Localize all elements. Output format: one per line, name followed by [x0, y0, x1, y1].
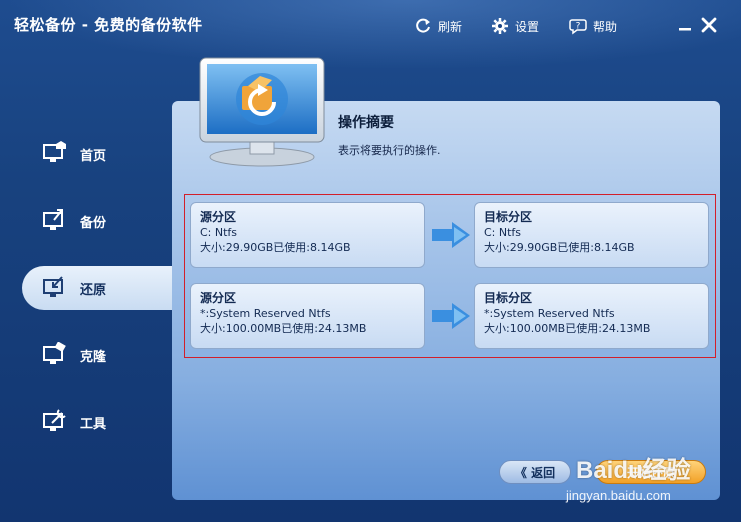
partition-name: *:System Reserved Ntfs: [200, 307, 331, 320]
settings-button[interactable]: 设置: [491, 16, 539, 36]
summary-title: 操作摘要: [338, 115, 394, 131]
target-partition-card: 目标分区 C: Ntfs 大小:29.90GB已使用:8.14GB: [474, 202, 709, 268]
gear-icon: [492, 18, 508, 34]
partition-size: 大小:29.90GB已使用:8.14GB: [200, 241, 351, 254]
window-title: 轻松备份 - 免费的备份软件: [14, 16, 203, 34]
card-heading: 目标分区: [484, 291, 533, 305]
sidebar-item-label: 还原: [80, 282, 107, 298]
card-heading: 源分区: [200, 291, 237, 305]
sidebar-item-clone[interactable]: 克隆: [22, 333, 172, 377]
help-button[interactable]: ? 帮助: [569, 16, 617, 36]
refresh-icon: [416, 18, 430, 33]
refresh-label: 刷新: [438, 19, 463, 34]
summary-description: 表示将要执行的操作.: [338, 144, 441, 157]
settings-label: 设置: [515, 19, 540, 34]
help-bubble-icon: ?: [569, 19, 587, 35]
arrow-right-icon: [432, 303, 470, 329]
monitor-home-icon: [43, 141, 66, 162]
restore-monitor-icon: [199, 57, 325, 167]
sidebar-item-tools[interactable]: 工具: [22, 400, 172, 444]
card-heading: 目标分区: [484, 210, 533, 224]
help-label: 帮助: [593, 19, 618, 34]
sidebar-item-backup[interactable]: 备份: [22, 199, 172, 243]
watermark-url: jingyan.baidu.com: [566, 488, 671, 503]
baidu-watermark: Baidu经验: [576, 457, 691, 484]
sidebar-item-label: 备份: [80, 215, 107, 231]
arrow-right-icon: [432, 222, 470, 248]
partition-name: C: Ntfs: [200, 226, 238, 239]
source-partition-card: 源分区 *:System Reserved Ntfs 大小:100.00MB已使…: [190, 283, 425, 349]
card-heading: 源分区: [200, 210, 237, 224]
source-partition-card: 源分区 C: Ntfs 大小:29.90GB已使用:8.14GB: [190, 202, 425, 268]
monitor-restore-icon: [43, 276, 63, 297]
partition-size: 大小:29.90GB已使用:8.14GB: [484, 241, 635, 254]
partition-name: C: Ntfs: [484, 226, 522, 239]
close-button[interactable]: [700, 16, 718, 34]
refresh-button[interactable]: 刷新: [414, 16, 462, 36]
app-window: 轻松备份 - 免费的备份软件 刷新 设置 ? 帮助 首页 备份 还原 克隆 工具…: [0, 0, 741, 522]
svg-text:?: ?: [576, 22, 581, 32]
minimize-button[interactable]: [676, 16, 694, 34]
back-button[interactable]: 《 返回: [499, 460, 571, 484]
sidebar-item-label: 工具: [80, 416, 107, 432]
partition-size: 大小:100.00MB已使用:24.13MB: [200, 322, 367, 335]
target-partition-card: 目标分区 *:System Reserved Ntfs 大小:100.00MB已…: [474, 283, 709, 349]
sidebar-item-label: 首页: [80, 148, 107, 164]
monitor-backup-icon: [43, 209, 63, 230]
monitor-clone-icon: [43, 342, 66, 364]
monitor-tools-icon: [43, 409, 66, 431]
title-bar: 轻松备份 - 免费的备份软件 刷新 设置 ? 帮助: [0, 0, 741, 52]
sidebar-item-label: 克隆: [80, 349, 107, 365]
sidebar: 首页 备份 还原 克隆 工具: [0, 118, 182, 458]
sidebar-item-home[interactable]: 首页: [22, 132, 172, 176]
sidebar-item-restore[interactable]: 还原: [22, 266, 182, 310]
partition-name: *:System Reserved Ntfs: [484, 307, 615, 320]
partition-size: 大小:100.00MB已使用:24.13MB: [484, 322, 651, 335]
